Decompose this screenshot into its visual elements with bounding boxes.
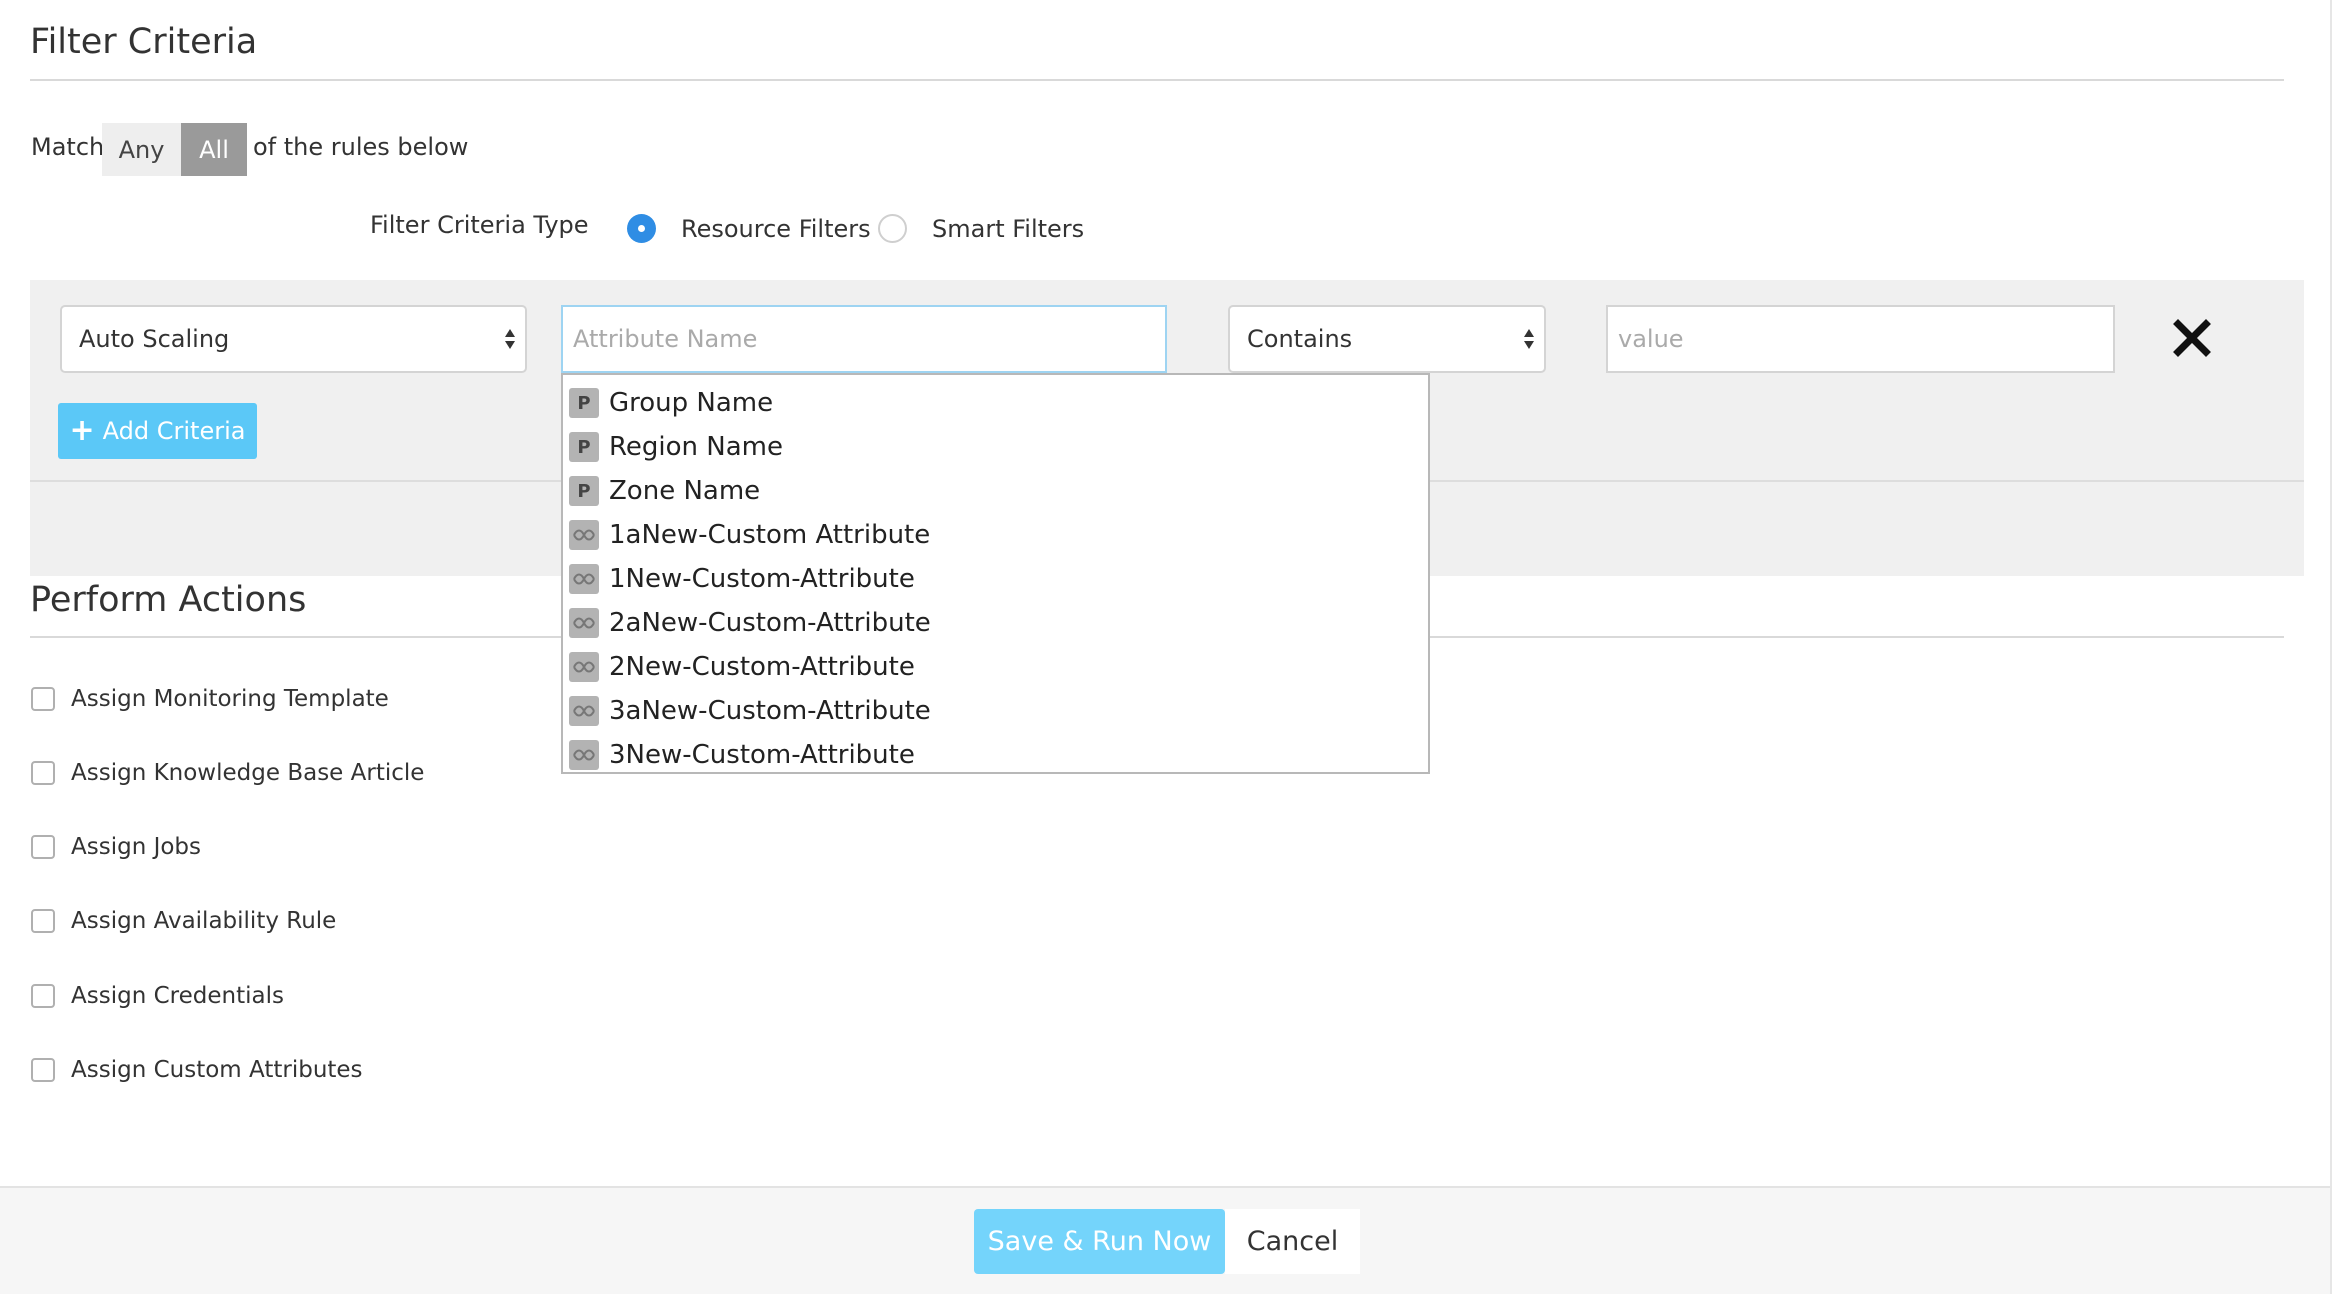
property-icon: P <box>569 388 599 418</box>
match-label: Match <box>31 133 105 161</box>
match-all-button[interactable]: All <box>181 123 247 176</box>
add-criteria-button[interactable]: + Add Criteria <box>58 403 257 459</box>
save-and-run-button[interactable]: Save & Run Now <box>974 1209 1225 1274</box>
filter-criteria-title: Filter Criteria <box>30 22 258 62</box>
dropdown-item-label: Region Name <box>609 432 783 462</box>
plus-icon: + <box>69 413 95 448</box>
dropdown-item-label: 1aNew-Custom Attribute <box>609 520 931 550</box>
perform-actions-title: Perform Actions <box>30 580 307 620</box>
assign-knowledge-base-article-label[interactable]: Assign Knowledge Base Article <box>71 756 424 790</box>
operator-select[interactable]: Contains <box>1228 305 1546 373</box>
rules-suffix-label: of the rules below <box>253 133 469 161</box>
dropdown-item-label: Group Name <box>609 388 774 418</box>
assign-custom-attributes-checkbox[interactable] <box>31 1058 55 1082</box>
right-border <box>2330 0 2332 1294</box>
assign-jobs-checkbox[interactable] <box>31 835 55 859</box>
custom-attribute-icon <box>569 652 599 682</box>
property-icon: P <box>569 476 599 506</box>
resource-filters-radio[interactable] <box>627 214 656 243</box>
assign-monitoring-template-label[interactable]: Assign Monitoring Template <box>71 682 389 716</box>
assign-custom-attributes-label[interactable]: Assign Custom Attributes <box>71 1053 363 1087</box>
assign-jobs-label[interactable]: Assign Jobs <box>71 830 201 864</box>
attribute-dropdown: P Group Name P Region Name P Zone Name 1… <box>561 373 1430 774</box>
resource-type-select[interactable]: Auto Scaling <box>60 305 527 373</box>
assign-availability-rule-label[interactable]: Assign Availability Rule <box>71 904 336 938</box>
smart-filters-radio[interactable] <box>878 214 907 243</box>
dropdown-item-label: Zone Name <box>609 476 761 506</box>
filter-criteria-divider <box>30 79 2284 81</box>
dropdown-item-label: 2New-Custom-Attribute <box>609 652 915 682</box>
add-criteria-label: Add Criteria <box>102 417 246 445</box>
filter-criteria-type-label: Filter Criteria Type <box>370 211 589 239</box>
custom-attribute-icon <box>569 740 599 770</box>
assign-availability-rule-checkbox[interactable] <box>31 909 55 933</box>
attribute-name-input[interactable] <box>561 305 1167 373</box>
dropdown-item-custom-attribute[interactable]: 1aNew-Custom Attribute <box>569 513 930 557</box>
assign-credentials-label[interactable]: Assign Credentials <box>71 979 284 1013</box>
property-icon: P <box>569 432 599 462</box>
resource-filters-label[interactable]: Resource Filters <box>681 212 871 246</box>
dropdown-item-custom-attribute[interactable]: 3New-Custom-Attribute <box>569 733 915 772</box>
match-toggle: Any All <box>102 123 247 176</box>
page: Filter Criteria Match Any All of the rul… <box>0 0 2336 1294</box>
match-any-button[interactable]: Any <box>102 123 181 176</box>
dropdown-item-custom-attribute[interactable]: 2aNew-Custom-Attribute <box>569 601 931 645</box>
operator-value: Contains <box>1247 325 1353 353</box>
dropdown-item-custom-attribute[interactable]: 3aNew-Custom-Attribute <box>569 689 931 733</box>
custom-attribute-icon <box>569 696 599 726</box>
dropdown-item-label: 2aNew-Custom-Attribute <box>609 608 931 638</box>
select-arrows-icon <box>1524 329 1534 353</box>
dropdown-item-label: 3aNew-Custom-Attribute <box>609 696 931 726</box>
dropdown-item-group-name[interactable]: P Group Name <box>569 381 773 425</box>
dropdown-item-label: 3New-Custom-Attribute <box>609 740 915 770</box>
custom-attribute-icon <box>569 608 599 638</box>
dropdown-item-custom-attribute[interactable]: 1New-Custom-Attribute <box>569 557 915 601</box>
dropdown-item-label: 1New-Custom-Attribute <box>609 564 915 594</box>
custom-attribute-icon <box>569 564 599 594</box>
custom-attribute-icon <box>569 520 599 550</box>
assign-monitoring-template-checkbox[interactable] <box>31 687 55 711</box>
select-arrows-icon <box>505 329 515 353</box>
dropdown-item-custom-attribute[interactable]: 2New-Custom-Attribute <box>569 645 915 689</box>
assign-knowledge-base-article-checkbox[interactable] <box>31 761 55 785</box>
cancel-button[interactable]: Cancel <box>1225 1209 1360 1274</box>
smart-filters-label[interactable]: Smart Filters <box>932 212 1084 246</box>
dropdown-item-zone-name[interactable]: P Zone Name <box>569 469 760 513</box>
assign-credentials-checkbox[interactable] <box>31 984 55 1008</box>
resource-type-value: Auto Scaling <box>79 325 230 353</box>
value-input[interactable] <box>1606 305 2115 373</box>
close-icon[interactable] <box>2172 318 2212 358</box>
dropdown-item-region-name[interactable]: P Region Name <box>569 425 783 469</box>
